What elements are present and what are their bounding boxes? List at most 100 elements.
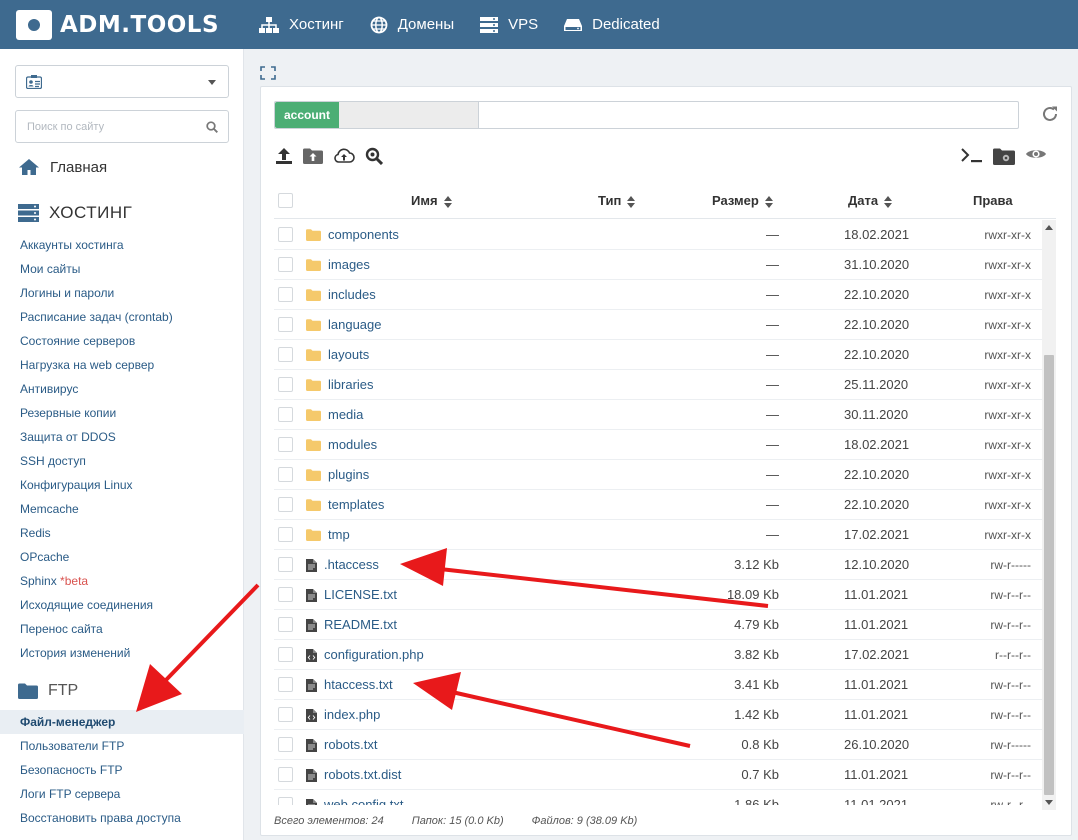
file-name-cell[interactable]: language bbox=[306, 310, 382, 340]
search-icon[interactable] bbox=[206, 121, 218, 133]
table-row[interactable]: layouts — 22.10.2020 rwxr-xr-x bbox=[274, 340, 1042, 370]
row-checkbox[interactable] bbox=[278, 227, 293, 242]
file-name-cell[interactable]: libraries bbox=[306, 370, 374, 400]
file-name[interactable]: robots.txt bbox=[324, 730, 377, 760]
file-name[interactable]: plugins bbox=[328, 460, 369, 490]
table-row[interactable]: robots.txt 0.8 Kb 26.10.2020 rw-r----- bbox=[274, 730, 1042, 760]
row-checkbox[interactable] bbox=[278, 737, 293, 752]
file-perms[interactable]: rwxr-xr-x bbox=[984, 400, 1031, 430]
file-name[interactable]: layouts bbox=[328, 340, 369, 370]
row-checkbox[interactable] bbox=[278, 677, 293, 692]
file-perms[interactable]: rw-r--r-- bbox=[990, 760, 1031, 790]
site-search-input[interactable] bbox=[16, 111, 196, 142]
row-checkbox[interactable] bbox=[278, 467, 293, 482]
table-row[interactable]: index.php 1.42 Kb 11.01.2021 rw-r--r-- bbox=[274, 700, 1042, 730]
file-perms[interactable]: rwxr-xr-x bbox=[984, 220, 1031, 250]
find-button[interactable] bbox=[365, 147, 383, 165]
file-perms[interactable]: r--r--r-- bbox=[995, 640, 1031, 670]
path-root-account[interactable]: account bbox=[275, 102, 340, 128]
account-select[interactable] bbox=[15, 65, 229, 98]
table-row[interactable]: LICENSE.txt 18.09 Kb 11.01.2021 rw-r--r-- bbox=[274, 580, 1042, 610]
sidebar-item-sphinx[interactable]: Sphinx *beta bbox=[0, 569, 244, 593]
row-checkbox[interactable] bbox=[278, 527, 293, 542]
sidebar-item-logins[interactable]: Логины и пароли bbox=[0, 281, 244, 305]
table-row[interactable]: htaccess.txt 3.41 Kb 11.01.2021 rw-r--r-- bbox=[274, 670, 1042, 700]
file-name[interactable]: includes bbox=[328, 280, 376, 310]
row-checkbox[interactable] bbox=[278, 707, 293, 722]
table-row[interactable]: configuration.php 3.82 Kb 17.02.2021 r--r--… bbox=[274, 640, 1042, 670]
terminal-button[interactable] bbox=[961, 147, 983, 165]
sidebar-item-opcache[interactable]: OPcache bbox=[0, 545, 244, 569]
file-name-cell[interactable]: templates bbox=[306, 490, 384, 520]
sidebar-item-outgoing[interactable]: Исходящие соединения bbox=[0, 593, 244, 617]
file-name-cell[interactable]: web.config.txt bbox=[306, 790, 404, 805]
file-name-cell[interactable]: images bbox=[306, 250, 370, 280]
sidebar-item-web-load[interactable]: Нагрузка на web сервер bbox=[0, 353, 244, 377]
table-row[interactable]: tmp — 17.02.2021 rwxr-xr-x bbox=[274, 520, 1042, 550]
file-name-cell[interactable]: components bbox=[306, 220, 399, 250]
table-row[interactable]: templates — 22.10.2020 rwxr-xr-x bbox=[274, 490, 1042, 520]
table-row[interactable]: media — 30.11.2020 rwxr-xr-x bbox=[274, 400, 1042, 430]
file-name[interactable]: templates bbox=[328, 490, 384, 520]
preview-toggle[interactable] bbox=[1025, 147, 1047, 165]
file-name-cell[interactable]: LICENSE.txt bbox=[306, 580, 397, 610]
file-perms[interactable]: rw-r--r-- bbox=[990, 670, 1031, 700]
nav-dedicated[interactable]: Dedicated bbox=[564, 16, 660, 34]
table-row[interactable]: README.txt 4.79 Kb 11.01.2021 rw-r--r-- bbox=[274, 610, 1042, 640]
col-size-header[interactable]: Размер bbox=[712, 183, 773, 219]
folder-settings-button[interactable] bbox=[993, 147, 1015, 165]
row-checkbox[interactable] bbox=[278, 287, 293, 302]
table-row[interactable]: images — 31.10.2020 rwxr-xr-x bbox=[274, 250, 1042, 280]
sidebar-item-ftp-users[interactable]: Пользователи FTP bbox=[0, 734, 244, 758]
sidebar-item-memcache[interactable]: Memcache bbox=[0, 497, 244, 521]
row-checkbox[interactable] bbox=[278, 347, 293, 362]
file-name-cell[interactable]: modules bbox=[306, 430, 377, 460]
file-name[interactable]: .htaccess bbox=[324, 550, 379, 580]
row-checkbox[interactable] bbox=[278, 647, 293, 662]
scroll-up-arrow[interactable] bbox=[1045, 225, 1053, 230]
sidebar-item-my-sites[interactable]: Мои сайты bbox=[0, 257, 244, 281]
file-name-cell[interactable]: robots.txt.dist bbox=[306, 760, 401, 790]
file-perms[interactable]: rwxr-xr-x bbox=[984, 490, 1031, 520]
sidebar-item-file-manager[interactable]: Файл-менеджер bbox=[0, 710, 244, 734]
row-checkbox[interactable] bbox=[278, 257, 293, 272]
table-row[interactable]: libraries — 25.11.2020 rwxr-xr-x bbox=[274, 370, 1042, 400]
file-name-cell[interactable]: .htaccess bbox=[306, 550, 379, 580]
file-name[interactable]: web.config.txt bbox=[324, 790, 404, 805]
file-name[interactable]: libraries bbox=[328, 370, 374, 400]
upload-button[interactable] bbox=[275, 147, 293, 165]
sidebar-item-antivirus[interactable]: Антивирус bbox=[0, 377, 244, 401]
table-row[interactable]: plugins — 22.10.2020 rwxr-xr-x bbox=[274, 460, 1042, 490]
file-name[interactable]: README.txt bbox=[324, 610, 397, 640]
file-list-scrollbar[interactable] bbox=[1042, 220, 1056, 810]
file-name-cell[interactable]: robots.txt bbox=[306, 730, 377, 760]
file-perms[interactable]: rwxr-xr-x bbox=[984, 520, 1031, 550]
file-perms[interactable]: rw-r--r-- bbox=[990, 700, 1031, 730]
sidebar-item-restore-perms[interactable]: Восстановить права доступа bbox=[0, 806, 244, 830]
sidebar-item-history[interactable]: История изменений bbox=[0, 641, 244, 665]
nav-hosting[interactable]: Хостинг bbox=[259, 16, 344, 34]
file-name[interactable]: configuration.php bbox=[324, 640, 424, 670]
row-checkbox[interactable] bbox=[278, 797, 293, 805]
scroll-thumb[interactable] bbox=[1044, 355, 1054, 795]
sidebar-item-backups[interactable]: Резервные копии bbox=[0, 401, 244, 425]
refresh-icon[interactable] bbox=[1041, 105, 1059, 123]
table-row[interactable]: web.config.txt 1.86 Kb 11.01.2021 rw-r--r-- bbox=[274, 790, 1042, 805]
file-perms[interactable]: rwxr-xr-x bbox=[984, 280, 1031, 310]
file-name[interactable]: images bbox=[328, 250, 370, 280]
sidebar-item-hosting-accounts[interactable]: Аккаунты хостинга bbox=[0, 233, 244, 257]
col-date-header[interactable]: Дата bbox=[848, 183, 893, 219]
table-row[interactable]: modules — 18.02.2021 rwxr-xr-x bbox=[274, 430, 1042, 460]
file-perms[interactable]: rwxr-xr-x bbox=[984, 310, 1031, 340]
table-row[interactable]: language — 22.10.2020 rwxr-xr-x bbox=[274, 310, 1042, 340]
file-name[interactable]: LICENSE.txt bbox=[324, 580, 397, 610]
file-perms[interactable]: rwxr-xr-x bbox=[984, 460, 1031, 490]
file-perms[interactable]: rw-r----- bbox=[990, 730, 1031, 760]
file-name[interactable]: htaccess.txt bbox=[324, 670, 393, 700]
file-name[interactable]: tmp bbox=[328, 520, 350, 550]
row-checkbox[interactable] bbox=[278, 587, 293, 602]
file-name[interactable]: media bbox=[328, 400, 363, 430]
file-name-cell[interactable]: configuration.php bbox=[306, 640, 424, 670]
row-checkbox[interactable] bbox=[278, 377, 293, 392]
file-name-cell[interactable]: media bbox=[306, 400, 363, 430]
